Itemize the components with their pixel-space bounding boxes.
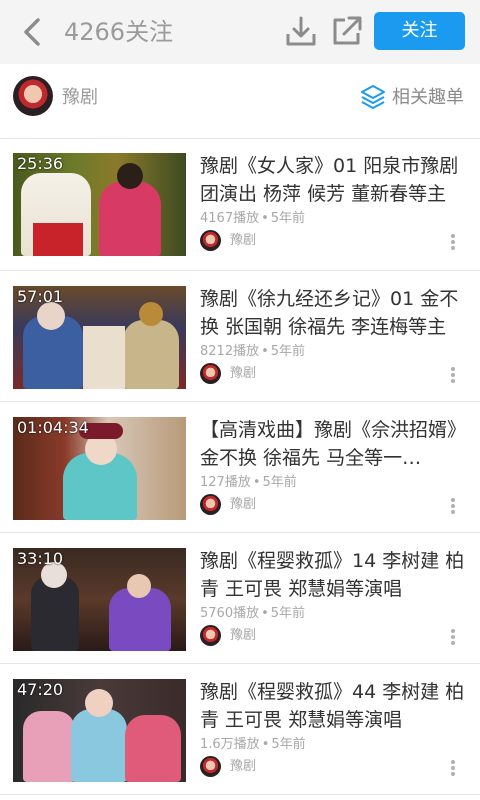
upload-time: 5年前 [262,475,297,490]
upload-time: 5年前 [270,344,306,359]
video-duration: 33:10 [17,549,64,568]
page-title: 4266关注 [64,18,174,46]
more-options-icon[interactable] [446,365,460,387]
play-count: 127播放 [200,475,251,490]
video-thumbnail[interactable]: 33:10 [13,548,186,651]
video-item[interactable]: 47:20 豫剧《程婴救孤》44 李树建 柏青 王可畏 郑慧娟等演唱 1.6万播… [0,664,480,795]
uploader-avatar [200,494,221,515]
video-list: 25:36 豫剧《女人家》01 阳泉市豫剧团演出 杨萍 候芳 董新春等主 416… [0,138,480,795]
meta-separator: • [261,211,269,226]
related-playlists-label: 相关趣单 [392,87,464,108]
video-duration: 57:01 [17,287,64,306]
upload-time: 5年前 [270,211,306,226]
channel-name[interactable]: 豫剧 [62,84,98,112]
meta-separator: • [261,606,269,621]
video-item[interactable]: 25:36 豫剧《女人家》01 阳泉市豫剧团演出 杨萍 候芳 董新春等主 416… [0,138,480,271]
more-options-icon[interactable] [446,627,460,649]
video-duration: 01:04:34 [17,418,89,437]
external-share-icon[interactable] [330,14,364,48]
video-title[interactable]: 豫剧《程婴救孤》44 李树建 柏青 王可畏 郑慧娟等演唱 [200,678,472,734]
video-thumbnail[interactable]: 47:20 [13,679,186,782]
meta-separator: • [261,344,269,359]
uploader-avatar [200,625,221,646]
layers-icon [360,84,386,110]
video-thumbnail[interactable]: 01:04:34 [13,417,186,520]
video-meta: 5760播放 • 5年前 [200,605,305,623]
play-count: 1.6万播放 [200,737,260,752]
more-options-icon[interactable] [446,232,460,254]
follow-button[interactable]: 关注 [374,12,465,50]
video-duration: 47:20 [17,680,64,699]
meta-separator: • [261,737,270,752]
play-count: 5760播放 [200,606,260,621]
video-item[interactable]: 01:04:34 【高清戏曲】豫剧《佘洪招婿》金不换 徐福先 马全等一… 127… [0,402,480,533]
play-count: 8212播放 [200,344,260,359]
upload-time: 5年前 [271,737,306,752]
video-thumbnail[interactable]: 25:36 [13,153,186,256]
video-meta: 127播放 • 5年前 [200,474,297,492]
uploader-avatar [200,363,221,384]
uploader-name: 豫剧 [230,628,257,643]
video-meta: 1.6万播放 • 5年前 [200,736,306,754]
more-options-icon[interactable] [446,758,460,780]
uploader-avatar [200,230,221,251]
meta-separator: • [252,475,261,490]
video-title[interactable]: 豫剧《程婴救孤》14 李树建 柏青 王可畏 郑慧娟等演唱 [200,547,472,603]
video-item[interactable]: 57:01 豫剧《徐九经还乡记》01 金不换 张国朝 徐福先 李连梅等主 821… [0,271,480,402]
uploader-name: 豫剧 [230,497,257,512]
more-options-icon[interactable] [446,496,460,518]
uploader-name: 豫剧 [230,759,257,774]
uploader-name: 豫剧 [230,233,257,248]
top-bar: 4266关注 关注 [0,0,480,65]
video-duration: 25:36 [17,154,64,173]
play-count: 4167播放 [200,211,260,226]
upload-time: 5年前 [270,606,306,621]
video-meta: 8212播放 • 5年前 [200,343,305,361]
channel-avatar[interactable] [13,76,53,116]
video-item[interactable]: 33:10 豫剧《程婴救孤》14 李树建 柏青 王可畏 郑慧娟等演唱 5760播… [0,533,480,664]
video-meta: 4167播放 • 5年前 [200,210,305,228]
uploader-avatar [200,756,221,777]
back-chevron-icon[interactable] [16,14,50,50]
uploader-name: 豫剧 [230,366,257,381]
video-title[interactable]: 豫剧《徐九经还乡记》01 金不换 张国朝 徐福先 李连梅等主 [200,285,472,341]
download-icon[interactable] [284,14,318,48]
video-title[interactable]: 【高清戏曲】豫剧《佘洪招婿》金不换 徐福先 马全等一… [200,416,472,472]
video-thumbnail[interactable]: 57:01 [13,286,186,389]
video-title[interactable]: 豫剧《女人家》01 阳泉市豫剧团演出 杨萍 候芳 董新春等主 [200,152,472,208]
channel-bar: 豫剧 相关趣单 [0,64,480,139]
